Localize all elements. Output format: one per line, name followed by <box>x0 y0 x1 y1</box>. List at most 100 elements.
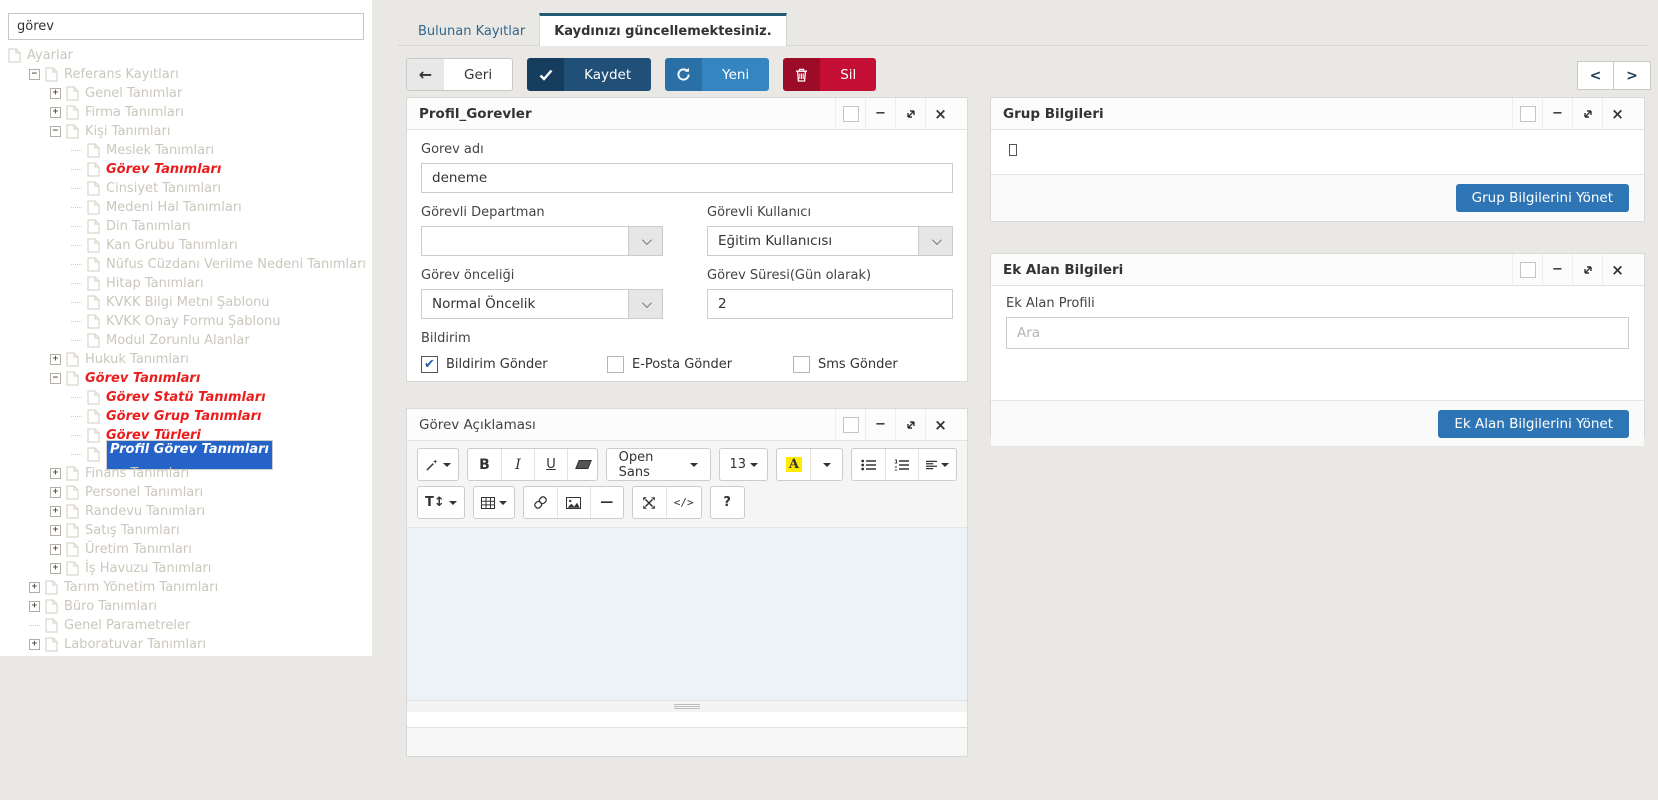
tree-item[interactable]: Medeni Hal Tanımları <box>6 198 370 217</box>
tree-item[interactable]: Kan Grubu Tanımları <box>6 236 370 255</box>
expand-plus-icon[interactable]: + <box>50 468 61 479</box>
tree-item[interactable]: Meslek Tanımları <box>6 141 370 160</box>
panel-select-checkbox[interactable] <box>1512 98 1542 129</box>
collapse-minus-icon[interactable]: − <box>29 69 40 80</box>
tree-item[interactable]: +Genel Tanımlar <box>6 84 370 103</box>
tree-item[interactable]: Ayarlar <box>6 46 370 65</box>
oncelik-select[interactable]: Normal Öncelik <box>421 289 663 319</box>
bold-button[interactable]: B <box>468 449 501 480</box>
collapse-minus-icon[interactable]: − <box>50 373 61 384</box>
tree-item[interactable]: KVKK Bilgi Metni Şablonu <box>6 293 370 312</box>
new-button[interactable]: Yeni <box>665 58 769 91</box>
collapse-minus-icon[interactable]: − <box>50 126 61 137</box>
unchecked-checkbox-icon[interactable] <box>607 356 624 373</box>
panel-close-button[interactable]: × <box>1602 254 1632 285</box>
panel-expand-button[interactable] <box>1572 254 1602 285</box>
expand-plus-icon[interactable]: + <box>50 563 61 574</box>
tree-item[interactable]: +Tarım Yönetim Tanımları <box>6 578 370 597</box>
tab-found-records[interactable]: Bulunan Kayıtlar <box>404 17 539 45</box>
checked-checkbox-icon[interactable]: ✔ <box>421 356 438 373</box>
tree-item[interactable]: Profil Görev Tanımları <box>6 445 370 464</box>
tree-item[interactable]: Cinsiyet Tanımları <box>6 179 370 198</box>
tree-item[interactable]: Din Tanımları <box>6 217 370 236</box>
panel-select-checkbox[interactable] <box>1512 254 1542 285</box>
next-record-button[interactable]: > <box>1614 61 1651 90</box>
italic-button[interactable]: I <box>501 449 534 480</box>
editor-content-area[interactable] <box>407 528 967 700</box>
expand-plus-icon[interactable]: + <box>29 601 40 612</box>
tree-item[interactable]: +İş Havuzu Tanımları <box>6 559 370 578</box>
tree-item[interactable]: +Firma Tanımları <box>6 103 370 122</box>
panel-select-checkbox[interactable] <box>835 98 865 129</box>
tree-item[interactable]: +Satış Tanımları <box>6 521 370 540</box>
insert-hr-button[interactable]: — <box>590 487 623 518</box>
expand-plus-icon[interactable]: + <box>50 354 61 365</box>
tree-item[interactable]: +Randevu Tanımları <box>6 502 370 521</box>
panel-collapse-button[interactable]: − <box>865 98 895 129</box>
panel-close-button[interactable]: × <box>925 98 955 129</box>
help-button[interactable]: ? <box>711 487 744 518</box>
tree-item[interactable]: +Finans Tanımları <box>6 464 370 483</box>
tree-item[interactable]: Görev Grup Tanımları <box>6 407 370 426</box>
fullscreen-button[interactable] <box>633 487 666 518</box>
tree-item[interactable]: KVKK Onay Formu Şablonu <box>6 312 370 331</box>
insert-table-dropdown[interactable] <box>474 487 514 518</box>
font-family-dropdown[interactable]: Open Sans <box>607 449 710 480</box>
expand-plus-icon[interactable]: + <box>29 582 40 593</box>
insert-image-button[interactable] <box>557 487 590 518</box>
kullanici-select[interactable]: Eğitim Kullanıcısı <box>707 226 953 256</box>
chevron-down-icon[interactable] <box>628 290 662 318</box>
tree-item[interactable]: +Laboratuvar Tanımları <box>6 635 370 654</box>
panel-collapse-button[interactable]: − <box>865 409 895 440</box>
editor-resize-bar[interactable] <box>407 700 967 712</box>
unchecked-checkbox-icon[interactable] <box>793 356 810 373</box>
prev-record-button[interactable]: < <box>1577 61 1614 90</box>
unordered-list-button[interactable] <box>852 449 885 480</box>
underline-button[interactable]: U <box>534 449 567 480</box>
paragraph-align-dropdown[interactable] <box>918 449 956 480</box>
expand-plus-icon[interactable]: + <box>50 88 61 99</box>
code-view-button[interactable]: </> <box>666 487 701 518</box>
tree-item[interactable]: +Üretim Tanımları <box>6 540 370 559</box>
panel-expand-button[interactable] <box>895 409 925 440</box>
tree-search-input[interactable] <box>8 13 364 40</box>
tree-item[interactable]: +Büro Tanımları <box>6 597 370 616</box>
expand-plus-icon[interactable]: + <box>50 506 61 517</box>
magic-style-button[interactable] <box>418 449 458 480</box>
tree-item[interactable]: −Kişi Tanımları <box>6 122 370 141</box>
tree-item[interactable]: Hitap Tanımları <box>6 274 370 293</box>
save-button[interactable]: Kaydet <box>527 58 651 91</box>
sure-input[interactable] <box>707 289 953 319</box>
tree-item[interactable]: Görev Tanımları <box>6 160 370 179</box>
clear-format-button[interactable] <box>567 449 598 480</box>
insert-link-button[interactable] <box>524 487 557 518</box>
tree-item[interactable]: +Hukuk Tanımları <box>6 350 370 369</box>
tree-item[interactable]: +Personel Tanımları <box>6 483 370 502</box>
panel-collapse-button[interactable]: − <box>1542 254 1572 285</box>
chevron-down-icon[interactable] <box>918 227 952 255</box>
expand-plus-icon[interactable]: + <box>50 544 61 555</box>
text-color-dropdown[interactable] <box>810 449 842 480</box>
panel-collapse-button[interactable]: − <box>1542 98 1572 129</box>
tab-editing-record[interactable]: Kaydınızı güncellemektesiniz. <box>539 13 786 46</box>
back-button[interactable]: ← Geri <box>406 58 513 91</box>
panel-expand-button[interactable] <box>895 98 925 129</box>
panel-close-button[interactable]: × <box>1602 98 1632 129</box>
tree-item[interactable]: Modul Zorunlu Alanlar <box>6 331 370 350</box>
tree-item[interactable]: −Görev Tanımları <box>6 369 370 388</box>
departman-select[interactable] <box>421 226 663 256</box>
panel-select-checkbox[interactable] <box>835 409 865 440</box>
tree-item[interactable]: Görev Statü Tanımları <box>6 388 370 407</box>
manage-extra-field-info-button[interactable]: Ek Alan Bilgilerini Yönet <box>1438 410 1629 438</box>
tree-item[interactable]: Genel Parametreler <box>6 616 370 635</box>
delete-button[interactable]: Sil <box>783 58 876 91</box>
line-height-dropdown[interactable]: T↕ <box>418 487 464 518</box>
ordered-list-button[interactable] <box>885 449 918 480</box>
expand-plus-icon[interactable]: + <box>50 525 61 536</box>
tree-item[interactable]: Nüfus Cüzdanı Verilme Nedeni Tanımları <box>6 255 370 274</box>
font-size-dropdown[interactable]: 13 <box>720 449 767 480</box>
expand-plus-icon[interactable]: + <box>29 639 40 650</box>
panel-expand-button[interactable] <box>1572 98 1602 129</box>
ek-alan-profili-input[interactable] <box>1006 317 1629 349</box>
expand-plus-icon[interactable]: + <box>50 107 61 118</box>
